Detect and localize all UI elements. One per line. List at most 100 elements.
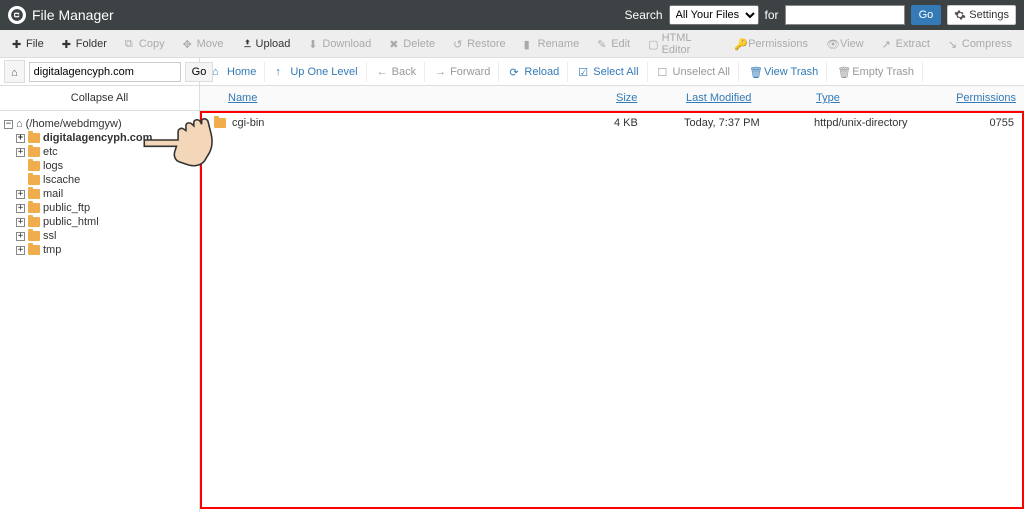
extract-button[interactable]: ↗Extract: [874, 34, 938, 54]
folder-tree: −⌂(/home/webdmgyw) +digitalagencyph.com …: [0, 111, 199, 263]
html-icon: ▢: [648, 38, 658, 49]
tree-item[interactable]: +etc: [4, 145, 195, 159]
new-folder-button[interactable]: ✚Folder: [54, 34, 115, 54]
eye-icon: 👁: [826, 38, 837, 49]
unselect-all-button[interactable]: ☐Unselect All: [650, 62, 739, 82]
settings-button[interactable]: Settings: [947, 5, 1016, 25]
toggle-plus-icon[interactable]: +: [16, 148, 25, 157]
view-button[interactable]: 👁View: [818, 34, 872, 54]
column-permissions[interactable]: Permissions: [946, 92, 1016, 104]
toggle-plus-icon[interactable]: +: [16, 218, 25, 227]
tree-item[interactable]: +public_ftp: [4, 201, 195, 215]
file-list-panel: Name Size Last Modified Type Permissions…: [200, 86, 1024, 512]
move-button[interactable]: ✥Move: [175, 34, 232, 54]
home-icon: ⌂: [11, 67, 18, 79]
file-size: 4 KB: [614, 117, 684, 129]
for-label: for: [765, 8, 779, 22]
select-all-button[interactable]: ☑Select All: [570, 62, 647, 82]
download-icon: ⬇: [308, 38, 319, 49]
new-file-button[interactable]: ✚File: [4, 34, 52, 54]
html-editor-button[interactable]: ▢HTML Editor: [640, 28, 724, 60]
toggle-plus-icon[interactable]: +: [16, 232, 25, 241]
column-type[interactable]: Type: [816, 92, 946, 104]
gear-icon: [954, 9, 966, 21]
extract-icon: ↗: [882, 38, 893, 49]
search-input[interactable]: [785, 5, 905, 25]
nav-back-button[interactable]: ←Back: [369, 62, 425, 82]
table-header: Name Size Last Modified Type Permissions: [200, 86, 1024, 111]
search-scope-select[interactable]: All Your Files: [669, 5, 759, 25]
delete-icon: ✖: [389, 38, 400, 49]
compress-button[interactable]: ↘Compress: [940, 34, 1020, 54]
restore-icon: ↺: [453, 38, 464, 49]
toggle-plus-icon[interactable]: +: [16, 204, 25, 213]
copy-button[interactable]: ⧉Copy: [117, 34, 173, 54]
arrow-up-icon: ↑: [275, 66, 286, 77]
column-modified[interactable]: Last Modified: [686, 92, 816, 104]
download-button[interactable]: ⬇Download: [300, 34, 379, 54]
file-name: cgi-bin: [232, 117, 264, 129]
edit-button[interactable]: ✎Edit: [589, 34, 638, 54]
reload-icon: ⟳: [509, 66, 520, 77]
main-toolbar: ✚File ✚Folder ⧉Copy ✥Move Upload ⬇Downlo…: [0, 30, 1024, 58]
cpanel-logo-icon: [8, 6, 26, 24]
folder-icon: [28, 189, 40, 199]
tree-item[interactable]: logs: [4, 159, 195, 173]
toggle-plus-icon[interactable]: +: [16, 134, 25, 143]
folder-icon: [28, 133, 40, 143]
copy-icon: ⧉: [125, 38, 136, 49]
folder-icon: [214, 118, 226, 128]
restore-button[interactable]: ↺Restore: [445, 34, 514, 54]
sidebar: Collapse All −⌂(/home/webdmgyw) +digital…: [0, 86, 200, 512]
trash-icon: 🗑: [837, 66, 848, 77]
folder-icon: [28, 217, 40, 227]
tree-root[interactable]: −⌂(/home/webdmgyw): [4, 117, 195, 131]
arrow-right-icon: →: [435, 66, 446, 77]
search-go-button[interactable]: Go: [911, 5, 942, 25]
tree-item[interactable]: +mail: [4, 187, 195, 201]
key-icon: 🔑: [734, 38, 745, 49]
app-header: File Manager Search All Your Files for G…: [0, 0, 1024, 30]
toggle-plus-icon[interactable]: +: [16, 246, 25, 255]
rename-icon: ▮: [524, 38, 535, 49]
folder-icon: [28, 245, 40, 255]
rename-button[interactable]: ▮Rename: [516, 34, 588, 54]
table-body: cgi-bin 4 KB Today, 7:37 PM httpd/unix-d…: [200, 111, 1024, 509]
uncheck-icon: ☐: [658, 66, 669, 77]
toggle-minus-icon[interactable]: −: [4, 120, 13, 129]
delete-button[interactable]: ✖Delete: [381, 34, 443, 54]
compress-icon: ↘: [948, 38, 959, 49]
permissions-button[interactable]: 🔑Permissions: [726, 34, 816, 54]
table-row[interactable]: cgi-bin 4 KB Today, 7:37 PM httpd/unix-d…: [202, 113, 1022, 133]
tree-item[interactable]: +tmp: [4, 243, 195, 257]
home-icon: ⌂: [16, 118, 23, 130]
collapse-all-button[interactable]: Collapse All: [0, 86, 199, 111]
nav-up-button[interactable]: ↑Up One Level: [267, 62, 366, 82]
path-home-button[interactable]: ⌂: [4, 60, 25, 83]
trash-icon: 🗑: [749, 66, 760, 77]
navigation-bar: ⌂ Go ⌂Home ↑Up One Level ←Back →Forward …: [0, 58, 1024, 86]
nav-reload-button[interactable]: ⟳Reload: [501, 62, 568, 82]
tree-item[interactable]: +digitalagencyph.com: [4, 131, 195, 145]
tree-item[interactable]: +public_html: [4, 215, 195, 229]
file-type: httpd/unix-directory: [814, 117, 944, 129]
column-name[interactable]: Name: [208, 92, 616, 104]
tree-item[interactable]: lscache: [4, 173, 195, 187]
upload-button[interactable]: Upload: [234, 34, 299, 54]
folder-icon: [28, 161, 40, 171]
app-title: File Manager: [32, 7, 114, 23]
nav-home-button[interactable]: ⌂Home: [204, 62, 265, 82]
logo-wrap: File Manager: [8, 6, 114, 24]
upload-icon: [242, 38, 253, 49]
column-size[interactable]: Size: [616, 92, 686, 104]
path-input[interactable]: [29, 62, 181, 82]
view-trash-button[interactable]: 🗑View Trash: [741, 62, 827, 82]
tree-item[interactable]: +ssl: [4, 229, 195, 243]
file-modified: Today, 7:37 PM: [684, 117, 814, 129]
path-input-group: ⌂ Go: [0, 58, 200, 85]
empty-trash-button[interactable]: 🗑Empty Trash: [829, 62, 923, 82]
arrow-left-icon: ←: [377, 66, 388, 77]
toggle-plus-icon[interactable]: +: [16, 190, 25, 199]
nav-forward-button[interactable]: →Forward: [427, 62, 499, 82]
main-area: Collapse All −⌂(/home/webdmgyw) +digital…: [0, 86, 1024, 512]
